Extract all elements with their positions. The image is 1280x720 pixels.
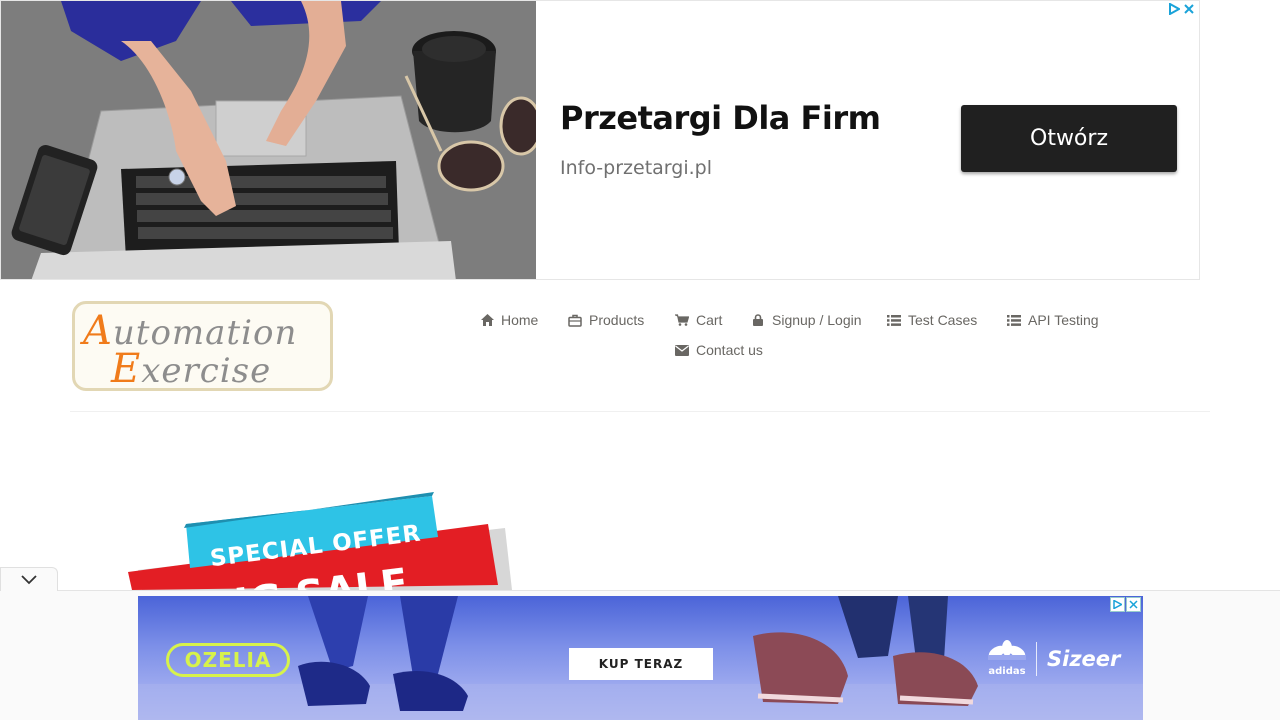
list-icon [1007,313,1021,327]
briefcase-icon [568,313,582,327]
collapse-ad-toggle[interactable] [0,567,58,591]
nav-api-testing[interactable]: API Testing [1007,312,1099,328]
nav-signup-login[interactable]: Signup / Login [751,312,862,328]
nav-label-home: Home [501,312,539,328]
logo-line-exercise: Exercise [111,346,272,391]
adidas-trefoil-icon [988,640,1026,660]
home-icon [480,313,494,327]
cart-icon [675,313,689,327]
chevron-down-icon[interactable] [21,574,37,585]
site-logo[interactable]: Automation Exercise [72,301,333,391]
partner-logos: adidas Sizeer [988,640,1120,677]
nav-label-api-testing: API Testing [1028,312,1099,328]
header-divider [70,411,1210,412]
nav-contact-us[interactable]: Contact us [675,342,763,358]
nav-label-cart: Cart [696,312,723,328]
list-icon [887,313,901,327]
ad-laptop-photo[interactable] [1,1,536,279]
ozelia-logo[interactable]: OZELIA [166,643,290,677]
bottom-advertisement[interactable]: OZELIA KUP TERAZ adidas Sizeer [138,596,1143,720]
adidas-logo: adidas [988,640,1026,677]
envelope-icon [675,343,689,357]
adidas-wordmark: adidas [988,666,1026,677]
top-advertisement[interactable]: Przetargi Dla Firm Info-przetargi.pl Otw… [0,0,1200,280]
bottom-ad-choices[interactable] [1110,597,1141,612]
nav-label-contact-us: Contact us [696,342,763,358]
nav-label-test-cases: Test Cases [908,312,978,328]
buy-now-button[interactable]: KUP TERAZ [569,648,713,680]
partner-divider [1036,641,1037,676]
nav-label-products: Products [589,312,645,328]
nav-cart[interactable]: Cart [675,312,722,328]
nav-test-cases[interactable]: Test Cases [887,312,977,328]
sizeer-logo: Sizeer [1047,646,1121,671]
special-offer-banner[interactable]: SPECIAL OFFER BIG SALE [120,490,520,590]
close-icon[interactable] [1126,597,1141,612]
ad-open-button[interactable]: Otwórz [961,105,1177,172]
ad-choices-play-icon[interactable] [1168,3,1180,15]
nav-products[interactable]: Products [568,312,644,328]
nav-home[interactable]: Home [480,312,538,328]
ad-choices[interactable] [1168,3,1195,15]
nav-label-signup-login: Signup / Login [772,312,862,328]
close-icon[interactable] [1183,3,1195,15]
ad-url[interactable]: Info-przetargi.pl [560,157,712,179]
ad-title[interactable]: Przetargi Dla Firm [560,99,881,137]
lock-icon [751,313,765,327]
ad-choices-play-icon[interactable] [1110,597,1125,612]
